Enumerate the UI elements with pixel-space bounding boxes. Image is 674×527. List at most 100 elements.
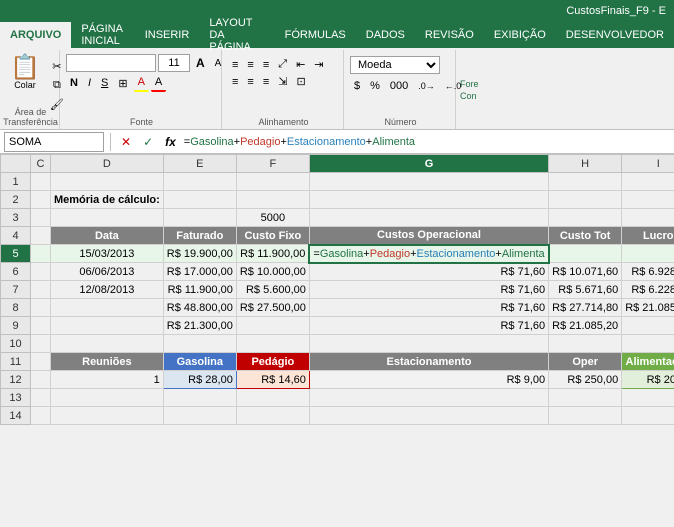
cell-h13[interactable] bbox=[549, 389, 622, 407]
cell-f3[interactable]: 5000 bbox=[236, 209, 309, 227]
italic-button[interactable]: I bbox=[84, 75, 95, 91]
increase-decimal-button[interactable]: .0→ bbox=[414, 79, 439, 93]
cell-h3[interactable] bbox=[549, 209, 622, 227]
cell-e6[interactable]: R$ 17.000,00 bbox=[163, 263, 236, 281]
cell-c5[interactable] bbox=[31, 245, 51, 263]
cell-e4[interactable]: Faturado bbox=[163, 227, 236, 245]
cell-g7[interactable]: R$ 71,60 bbox=[309, 281, 548, 299]
cell-c3[interactable] bbox=[31, 209, 51, 227]
cell-c7[interactable] bbox=[31, 281, 51, 299]
cell-i9[interactable] bbox=[622, 317, 674, 335]
tab-exibicao[interactable]: EXIBIÇÃO bbox=[484, 22, 556, 48]
cell-c8[interactable] bbox=[31, 299, 51, 317]
cell-g3[interactable] bbox=[309, 209, 548, 227]
cell-c4[interactable] bbox=[31, 227, 51, 245]
cell-e14[interactable] bbox=[163, 407, 236, 425]
col-i-header[interactable]: I bbox=[622, 155, 674, 173]
bold-button[interactable]: N bbox=[66, 75, 82, 91]
col-e-header[interactable]: E bbox=[163, 155, 236, 173]
font-name-input[interactable] bbox=[66, 54, 156, 72]
cell-d7[interactable]: 12/08/2013 bbox=[51, 281, 164, 299]
cell-i4[interactable]: Lucro bbox=[622, 227, 674, 245]
cell-i6[interactable]: R$ 6.928,40 bbox=[622, 263, 674, 281]
cell-c9[interactable] bbox=[31, 317, 51, 335]
cell-e7[interactable]: R$ 11.900,00 bbox=[163, 281, 236, 299]
align-top-right-button[interactable]: ≡ bbox=[259, 56, 273, 73]
number-format-select[interactable]: Moeda Geral Número Porcentagem bbox=[350, 56, 440, 74]
col-g-header[interactable]: G bbox=[309, 155, 548, 173]
cell-f9[interactable] bbox=[236, 317, 309, 335]
cell-h5[interactable] bbox=[549, 245, 622, 263]
cell-d3[interactable] bbox=[51, 209, 164, 227]
cell-i3[interactable] bbox=[622, 209, 674, 227]
row-6-header[interactable]: 6 bbox=[1, 263, 31, 281]
cell-h2[interactable] bbox=[549, 191, 622, 209]
row-5-header[interactable]: 5 bbox=[1, 245, 31, 263]
name-box[interactable] bbox=[4, 132, 104, 152]
col-c-header[interactable]: C bbox=[31, 155, 51, 173]
cell-h1[interactable] bbox=[549, 173, 622, 191]
tab-formulas[interactable]: FÓRMULAS bbox=[275, 22, 356, 48]
cell-c2[interactable] bbox=[31, 191, 51, 209]
align-left-button[interactable]: ≡ bbox=[228, 73, 242, 90]
cell-g2[interactable] bbox=[309, 191, 548, 209]
cell-f10[interactable] bbox=[236, 335, 309, 353]
border-button[interactable]: ⊞ bbox=[114, 75, 131, 92]
cell-i5[interactable] bbox=[622, 245, 674, 263]
decrease-decimal-button[interactable]: ←.0 bbox=[441, 79, 466, 93]
paste-button[interactable]: 📋 Colar bbox=[6, 54, 44, 92]
cell-g14[interactable] bbox=[309, 407, 548, 425]
row-10-header[interactable]: 10 bbox=[1, 335, 31, 353]
cell-e1[interactable] bbox=[163, 173, 236, 191]
col-f-header[interactable]: F bbox=[236, 155, 309, 173]
cell-f5[interactable]: R$ 11.900,00 bbox=[236, 245, 309, 263]
cell-g13[interactable] bbox=[309, 389, 548, 407]
cell-h12[interactable]: R$ 250,00 bbox=[549, 371, 622, 389]
cell-d2[interactable]: Memória de cálculo: bbox=[51, 191, 164, 209]
cell-h9[interactable]: R$ 21.085,20 bbox=[549, 317, 622, 335]
cell-g11[interactable]: Estacionamento bbox=[309, 353, 548, 371]
cell-h7[interactable]: R$ 5.671,60 bbox=[549, 281, 622, 299]
tab-arquivo[interactable]: ARQUIVO bbox=[0, 22, 71, 48]
cell-f14[interactable] bbox=[236, 407, 309, 425]
cell-e3[interactable] bbox=[163, 209, 236, 227]
cancel-formula-button[interactable]: ✕ bbox=[117, 133, 135, 151]
cell-h4[interactable]: Custo Tot bbox=[549, 227, 622, 245]
cell-h10[interactable] bbox=[549, 335, 622, 353]
tab-revisao[interactable]: REVISÃO bbox=[415, 22, 484, 48]
cell-f8[interactable]: R$ 27.500,00 bbox=[236, 299, 309, 317]
tab-desenvolvedor[interactable]: DESENVOLVEDOR bbox=[556, 22, 674, 48]
cell-g1[interactable] bbox=[309, 173, 548, 191]
row-13-header[interactable]: 13 bbox=[1, 389, 31, 407]
cell-i11[interactable]: Alimentação bbox=[622, 353, 674, 371]
percent-button[interactable]: % bbox=[366, 78, 384, 94]
cell-d11[interactable]: Reuniões bbox=[51, 353, 164, 371]
indent-increase-button[interactable]: ⇥ bbox=[310, 56, 327, 73]
cell-f13[interactable] bbox=[236, 389, 309, 407]
tab-pagina-inicial[interactable]: PÁGINA INICIAL bbox=[71, 22, 134, 48]
cell-d6[interactable]: 06/06/2013 bbox=[51, 263, 164, 281]
cell-i7[interactable]: R$ 6.228,40 bbox=[622, 281, 674, 299]
col-d-header[interactable]: D bbox=[51, 155, 164, 173]
font-color-button[interactable]: A bbox=[151, 74, 166, 92]
cell-e11[interactable]: Gasolina bbox=[163, 353, 236, 371]
cell-d1[interactable] bbox=[51, 173, 164, 191]
col-h-header[interactable]: H bbox=[549, 155, 622, 173]
cell-g5[interactable]: =Gasolina+Pedagio+Estacionamento+Aliment… bbox=[309, 245, 548, 263]
cell-d9[interactable] bbox=[51, 317, 164, 335]
cell-g6[interactable]: R$ 71,60 bbox=[309, 263, 548, 281]
row-3-header[interactable]: 3 bbox=[1, 209, 31, 227]
cell-i1[interactable] bbox=[622, 173, 674, 191]
row-4-header[interactable]: 4 bbox=[1, 227, 31, 245]
cell-h14[interactable] bbox=[549, 407, 622, 425]
cell-h6[interactable]: R$ 10.071,60 bbox=[549, 263, 622, 281]
cell-e13[interactable] bbox=[163, 389, 236, 407]
row-11-header[interactable]: 11 bbox=[1, 353, 31, 371]
cell-e10[interactable] bbox=[163, 335, 236, 353]
fill-color-button[interactable]: A bbox=[134, 74, 149, 92]
align-center-button[interactable]: ≡ bbox=[243, 73, 257, 90]
cell-c1[interactable] bbox=[31, 173, 51, 191]
confirm-formula-button[interactable]: ✓ bbox=[139, 133, 157, 151]
align-right-button[interactable]: ≡ bbox=[259, 73, 273, 90]
wrap-text-button[interactable]: ⇲ bbox=[274, 73, 291, 90]
